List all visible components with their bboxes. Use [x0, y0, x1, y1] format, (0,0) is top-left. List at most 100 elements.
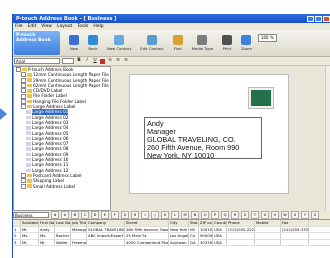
- column-header[interactable]: Street: [125, 220, 169, 226]
- index-tab-b[interactable]: B: [71, 211, 79, 219]
- expand-toggle-icon[interactable]: [21, 104, 26, 110]
- folder-icon: [27, 104, 32, 109]
- align-right-icon[interactable]: ≡: [123, 58, 129, 64]
- index-tab-f[interactable]: F: [111, 211, 119, 219]
- table-cell: Manager: [72, 226, 87, 232]
- close-button[interactable]: [323, 15, 330, 22]
- index-tab-i[interactable]: I: [141, 211, 149, 219]
- text-color-icon[interactable]: [100, 58, 105, 64]
- toolbar-button-new[interactable]: New: [69, 35, 79, 51]
- table-cell: 3: [13, 239, 21, 245]
- zoom-select[interactable]: 100 %: [257, 34, 277, 42]
- app-logo: P-touch Address Book: [14, 31, 60, 55]
- layout-tree: P-touch Address Book 12mm Continuous Leng…: [13, 66, 111, 211]
- format-bar: Arial B I U ≡ ≡ ≡: [13, 57, 330, 66]
- index-tab-z[interactable]: Z: [311, 211, 319, 219]
- index-tab-number[interactable]: #: [51, 211, 59, 219]
- index-tab-n[interactable]: N: [191, 211, 199, 219]
- expand-toggle-icon[interactable]: [21, 77, 26, 83]
- index-tab-x[interactable]: X: [291, 211, 299, 219]
- column-header[interactable]: Company: [87, 220, 125, 226]
- column-header[interactable]: Country: [213, 220, 227, 226]
- expand-toggle-icon[interactable]: [21, 93, 26, 99]
- toolbar: P-touch Address Book New Back New Contact E…: [13, 30, 330, 57]
- index-tab-h[interactable]: H: [131, 211, 139, 219]
- column-header[interactable]: First Name: [39, 220, 55, 226]
- toolbar-button-new-contact[interactable]: New Contact: [107, 35, 131, 51]
- menu-layout[interactable]: Layout: [57, 24, 72, 29]
- index-tab-w[interactable]: W: [281, 211, 289, 219]
- column-header[interactable]: City: [169, 220, 189, 226]
- italic-button[interactable]: I: [84, 58, 90, 64]
- table-cell: [255, 233, 281, 239]
- expand-toggle-icon[interactable]: [16, 67, 21, 73]
- table-row[interactable]: 3 Mr. Mr. Waller Freeman 4050 Cumberland Pkwy…: [13, 239, 330, 246]
- index-tab-u[interactable]: U: [261, 211, 269, 219]
- font-select[interactable]: Arial: [14, 58, 60, 64]
- vertical-scrollbar[interactable]: [325, 66, 330, 211]
- expand-toggle-icon[interactable]: [21, 183, 26, 189]
- index-tab-r[interactable]: R: [231, 211, 239, 219]
- align-left-icon[interactable]: ≡: [107, 58, 113, 64]
- index-tab-a[interactable]: A: [61, 211, 69, 219]
- maximize-button[interactable]: [315, 15, 322, 22]
- index-tab-q[interactable]: Q: [221, 211, 229, 219]
- toolbar-button-find[interactable]: Find: [172, 35, 183, 51]
- underline-button[interactable]: U: [92, 58, 98, 64]
- find-icon: [172, 35, 183, 45]
- column-header[interactable]: Phone: [227, 220, 255, 226]
- bold-button[interactable]: B: [76, 58, 82, 64]
- category-select[interactable]: Business: [13, 212, 49, 218]
- expand-toggle-icon[interactable]: [21, 88, 26, 94]
- expand-toggle-icon[interactable]: [21, 173, 26, 179]
- toolbar-button-back[interactable]: Back: [88, 35, 98, 51]
- index-tab-j[interactable]: J: [151, 211, 159, 219]
- toolbar-button-print[interactable]: Print: [221, 35, 232, 51]
- expand-toggle-icon[interactable]: [21, 83, 26, 89]
- tree-item[interactable]: Small Address Label: [14, 184, 110, 189]
- menu-help[interactable]: Help: [93, 24, 103, 29]
- index-tab-e[interactable]: E: [101, 211, 109, 219]
- index-tab-l[interactable]: L: [171, 211, 179, 219]
- index-tab-o[interactable]: O: [201, 211, 209, 219]
- index-tab-g[interactable]: G: [121, 211, 129, 219]
- column-header[interactable]: Salutation: [21, 220, 39, 226]
- expand-toggle-icon[interactable]: [21, 178, 26, 184]
- menu-tools[interactable]: Tools: [77, 24, 88, 29]
- table-cell: [227, 233, 255, 239]
- address-block[interactable]: Andy Manager GLOBAL TRAVELING, CO. 260 F…: [144, 117, 262, 160]
- minimize-button[interactable]: [307, 15, 314, 22]
- index-tab-p[interactable]: P: [211, 211, 219, 219]
- index-tab-s[interactable]: S: [241, 211, 249, 219]
- column-header[interactable]: Fax: [281, 220, 309, 226]
- toolbar-button-edit-contact[interactable]: Edit Contact: [140, 35, 164, 51]
- index-tab-c[interactable]: C: [81, 211, 89, 219]
- column-header[interactable]: Mobile: [255, 220, 281, 226]
- index-tab-v[interactable]: V: [271, 211, 279, 219]
- menu-edit[interactable]: Edit: [28, 24, 37, 29]
- table-cell: [255, 239, 281, 245]
- column-header[interactable]: State: [189, 220, 199, 226]
- stamp-area[interactable]: [248, 87, 274, 109]
- column-header[interactable]: [13, 220, 21, 226]
- toolbar-button-zoom[interactable]: Zoom: [241, 35, 252, 51]
- index-tab-d[interactable]: D: [91, 211, 99, 219]
- table-cell: 30339: [200, 239, 213, 245]
- index-tab-k[interactable]: K: [161, 211, 169, 219]
- menu-file[interactable]: File: [15, 24, 23, 29]
- index-tab-y[interactable]: Y: [301, 211, 309, 219]
- media-type-icon: [197, 35, 208, 45]
- font-size-select[interactable]: [62, 58, 74, 64]
- address-line-city: New York, NY 10010: [147, 151, 215, 160]
- expand-toggle-icon[interactable]: [21, 72, 26, 78]
- column-header[interactable]: ZIP code: [199, 220, 213, 226]
- align-center-icon[interactable]: ≡: [115, 58, 121, 64]
- label-icon: [26, 168, 31, 173]
- expand-toggle-icon[interactable]: [21, 98, 26, 104]
- menu-view[interactable]: View: [41, 24, 52, 29]
- index-tab-m[interactable]: M: [181, 211, 189, 219]
- column-header[interactable]: Job Title: [71, 220, 87, 226]
- toolbar-button-media-type[interactable]: Media Type: [192, 35, 213, 51]
- index-tab-t[interactable]: T: [251, 211, 259, 219]
- column-header[interactable]: Last Name: [55, 220, 71, 226]
